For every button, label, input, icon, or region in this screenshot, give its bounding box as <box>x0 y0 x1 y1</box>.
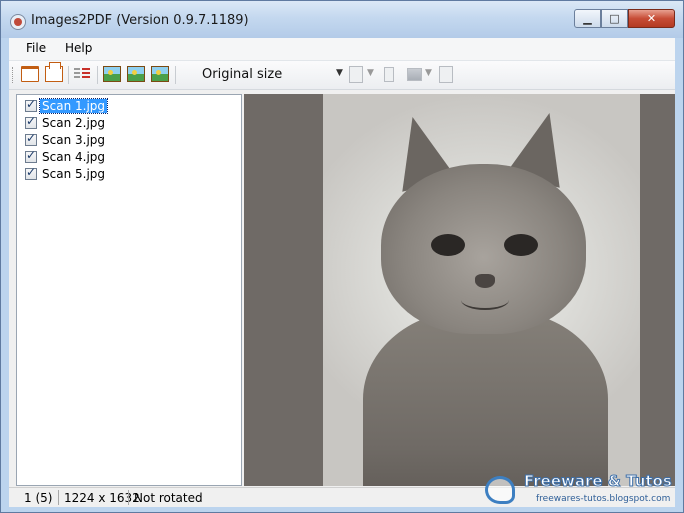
close-button[interactable]: ✕ <box>628 9 675 28</box>
size-select[interactable]: Original size <box>202 67 282 82</box>
watermark-url: freewares-tutos.blogspot.com <box>536 494 671 504</box>
size-dropdown-arrow-icon[interactable]: ▼ <box>336 68 343 78</box>
toolbar-separator <box>175 66 176 84</box>
status-page: 1 (5) <box>24 491 53 505</box>
status-rotation: Not rotated <box>134 491 203 505</box>
file-name: Scan 2.jpg <box>42 116 106 130</box>
file-name: Scan 3.jpg <box>42 133 106 147</box>
image-options-dropdown-icon: ▼ <box>425 68 432 78</box>
list-item[interactable]: Scan 4.jpg <box>25 148 107 165</box>
toolbar: Original size ▼ ▼ ▼ <box>9 61 675 90</box>
menu-file[interactable]: File <box>26 41 46 55</box>
open-folder-icon[interactable] <box>21 66 39 82</box>
checkbox[interactable] <box>25 165 37 180</box>
list-item[interactable]: Scan 5.jpg <box>25 165 107 182</box>
window-controls: ▁ □ ✕ <box>574 9 675 28</box>
list-item[interactable]: Scan 3.jpg <box>25 131 107 148</box>
remove-list-icon[interactable] <box>73 66 91 82</box>
cat-eye <box>504 234 538 256</box>
minimize-button[interactable]: ▁ <box>574 9 601 28</box>
toolbar-separator <box>68 66 69 84</box>
page-color-icon <box>349 66 363 83</box>
add-images-icon[interactable] <box>45 62 63 82</box>
checkbox[interactable] <box>25 148 37 163</box>
page-color-dropdown-icon: ▼ <box>367 68 374 78</box>
client-area: File Help Original size ▼ ▼ ▼ ✓ Scan 1.j… <box>9 38 675 507</box>
app-icon[interactable] <box>10 14 26 30</box>
file-name: Scan 5.jpg <box>42 167 106 181</box>
watermark-logo-icon <box>485 476 515 504</box>
image-icon[interactable] <box>103 66 121 82</box>
image-options-icon <box>407 68 422 81</box>
cat-body <box>363 309 608 486</box>
list-item[interactable]: Scan 1.jpg <box>25 97 109 114</box>
watermark: Freeware & Tutos freewares-tutos.blogspo… <box>480 472 680 510</box>
cat-nose <box>475 274 495 288</box>
settings-icon <box>439 66 453 83</box>
status-separator <box>58 490 59 505</box>
title-bar[interactable]: Images2PDF (Version 0.9.7.1189) ▁ □ ✕ <box>1 1 683 38</box>
menu-help[interactable]: Help <box>65 41 92 55</box>
orientation-icon <box>384 67 394 82</box>
image-fit-icon[interactable] <box>151 66 169 82</box>
menu-file-label: File <box>26 41 47 55</box>
checkbox[interactable] <box>25 131 37 146</box>
file-name: Scan 1.jpg <box>38 98 109 114</box>
window-title: Images2PDF (Version 0.9.7.1189) <box>31 13 249 28</box>
image-rotate-icon[interactable] <box>127 66 145 82</box>
checkbox[interactable] <box>25 97 37 112</box>
cat-photo <box>323 94 640 486</box>
checkbox[interactable] <box>25 114 37 129</box>
menu-bar: File Help <box>9 38 675 61</box>
cat-eye <box>431 234 465 256</box>
file-name: Scan 4.jpg <box>42 150 106 164</box>
status-separator <box>128 490 129 505</box>
toolbar-separator <box>97 66 98 84</box>
app-window: Images2PDF (Version 0.9.7.1189) ▁ □ ✕ Fi… <box>0 0 684 513</box>
maximize-button[interactable]: □ <box>601 9 628 28</box>
watermark-title: Freeware & Tutos <box>524 472 673 491</box>
menu-help-label: Help <box>65 41 93 55</box>
file-list[interactable]: Scan 1.jpg Scan 2.jpg Scan 3.jpg Scan 4.… <box>16 94 242 486</box>
list-item[interactable]: Scan 2.jpg <box>25 114 107 131</box>
image-preview[interactable] <box>244 94 675 486</box>
cat-mouth <box>461 290 509 310</box>
toolbar-grip[interactable] <box>12 67 15 83</box>
